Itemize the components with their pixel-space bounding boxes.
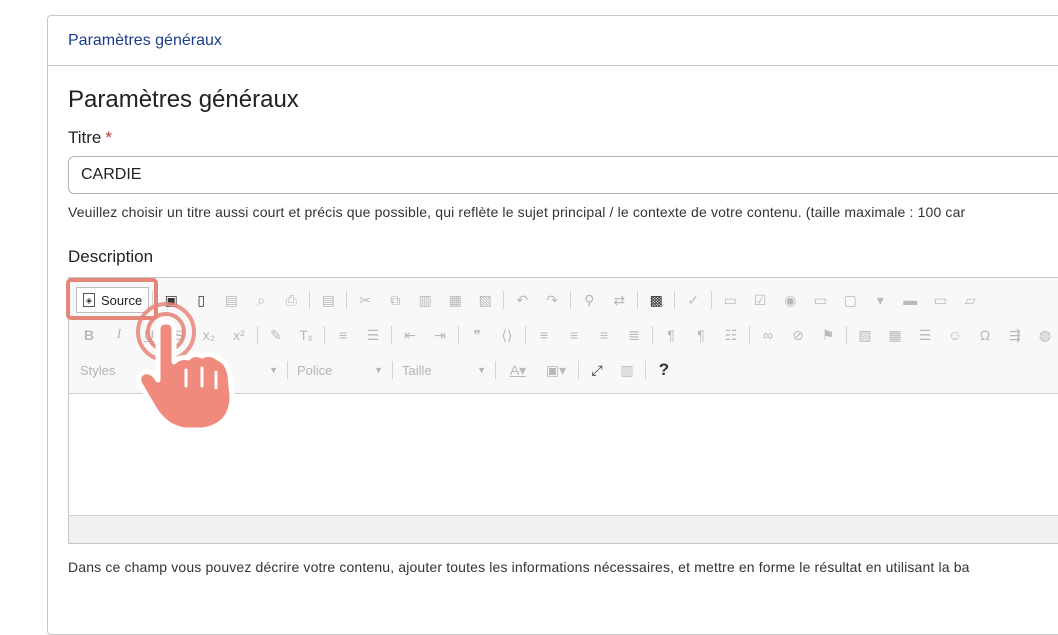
language-icon[interactable]: ☷ xyxy=(720,324,742,346)
toolbar-separator xyxy=(525,326,526,344)
rtl-icon[interactable]: ¶ xyxy=(690,324,712,346)
chevron-down-icon: ▼ xyxy=(269,365,278,375)
styles-dropdown-label: Styles xyxy=(80,362,116,378)
horizontal-line-icon[interactable]: ☰ xyxy=(914,324,936,346)
toolbar-separator xyxy=(495,361,496,379)
chevron-down-icon: ▼ xyxy=(477,365,486,375)
spellcheck-icon[interactable]: ✓ xyxy=(682,289,704,311)
toolbar-separator xyxy=(578,361,579,379)
outdent-icon[interactable]: ⇤ xyxy=(399,324,421,346)
title-help-text: Veuillez choisir un titre aussi court et… xyxy=(68,204,966,220)
remove-format-icon[interactable]: Tₓ xyxy=(295,324,317,346)
toolbar-separator xyxy=(309,291,311,309)
find-icon[interactable]: ⚲ xyxy=(578,289,600,311)
numbered-list-icon[interactable]: ≡ xyxy=(332,324,354,346)
help-icon[interactable]: ? xyxy=(653,359,675,381)
ltr-icon[interactable]: ¶ xyxy=(660,324,682,346)
italic-icon[interactable]: I xyxy=(108,324,130,346)
cut-icon[interactable]: ✂ xyxy=(354,289,376,311)
toolbar-separator xyxy=(846,326,847,344)
chevron-down-icon: ▼ xyxy=(374,365,383,375)
pointing-hand-icon xyxy=(136,302,235,433)
text-field-icon[interactable]: ▭ xyxy=(809,289,831,311)
justify-icon[interactable]: ≣ xyxy=(623,324,645,346)
maximize-icon[interactable]: ⤢ xyxy=(586,359,608,381)
show-blocks-icon[interactable]: ▥ xyxy=(616,359,638,381)
undo-icon[interactable]: ↶ xyxy=(511,289,533,311)
required-mark: * xyxy=(105,128,112,147)
text-color-icon[interactable]: A▾ xyxy=(503,359,533,381)
title-input[interactable] xyxy=(68,156,1058,194)
bold-icon[interactable]: B xyxy=(78,324,100,346)
iframe-globe-icon[interactable]: ◍ xyxy=(1034,324,1056,346)
toolbar-separator xyxy=(645,361,646,379)
toolbar-separator xyxy=(458,326,459,344)
toolbar-separator xyxy=(257,326,258,344)
div-container-icon[interactable]: ⟨⟩ xyxy=(496,324,518,346)
form-icon[interactable]: ▭ xyxy=(719,289,741,311)
toolbar-separator xyxy=(637,291,639,309)
print-icon[interactable]: ⎙ xyxy=(280,289,302,311)
toolbar-separator xyxy=(652,326,653,344)
font-dropdown-label: Police xyxy=(297,362,333,378)
description-help-text: Dans ce champ vous pouvez décrire votre … xyxy=(68,559,970,575)
smiley-icon[interactable]: ☺ xyxy=(944,324,966,346)
font-dropdown[interactable]: Police ▼ xyxy=(291,358,389,382)
copy-icon[interactable]: ⧉ xyxy=(384,289,406,311)
table-icon[interactable]: ▦ xyxy=(884,324,906,346)
textarea-icon[interactable]: ▢ xyxy=(839,289,861,311)
redo-icon[interactable]: ↷ xyxy=(541,289,563,311)
align-right-icon[interactable]: ≡ xyxy=(593,324,615,346)
checkbox-icon[interactable]: ☑ xyxy=(749,289,771,311)
background-color-icon[interactable]: ▣▾ xyxy=(541,359,571,381)
select-all-icon[interactable]: ▩ xyxy=(645,289,667,311)
section-title: Paramètres généraux xyxy=(68,86,299,113)
paste-icon[interactable]: ▥ xyxy=(414,289,436,311)
unlink-icon[interactable]: ⊘ xyxy=(787,324,809,346)
bulleted-list-icon[interactable]: ☰ xyxy=(362,324,384,346)
indent-icon[interactable]: ⇥ xyxy=(429,324,451,346)
copy-format-icon[interactable]: ✎ xyxy=(265,324,287,346)
toolbar-separator xyxy=(324,326,325,344)
paste-word-icon[interactable]: ▧ xyxy=(474,289,496,311)
toolbar-separator xyxy=(391,326,392,344)
hidden-field-icon[interactable]: ▱ xyxy=(959,289,981,311)
toolbar-separator xyxy=(346,291,348,309)
align-center-icon[interactable]: ≡ xyxy=(563,324,585,346)
toolbar-separator xyxy=(674,291,676,309)
toolbar-separator xyxy=(287,361,288,379)
toolbar-separator xyxy=(749,326,750,344)
align-left-icon[interactable]: ≡ xyxy=(533,324,555,346)
description-label: Description xyxy=(68,247,154,266)
replace-icon[interactable]: ⇄ xyxy=(608,289,630,311)
panel-header: Paramètres généraux xyxy=(48,16,1058,66)
special-char-icon[interactable]: Ω xyxy=(974,324,996,346)
toolbar-separator xyxy=(392,361,393,379)
radio-icon[interactable]: ◉ xyxy=(779,289,801,311)
anchor-flag-icon[interactable]: ⚑ xyxy=(817,324,839,346)
preview-icon[interactable]: ⌕ xyxy=(250,289,272,311)
select-field-icon[interactable]: ▾ xyxy=(869,289,891,311)
toolbar-separator xyxy=(711,291,713,309)
templates-icon[interactable]: ▤ xyxy=(317,289,339,311)
editor-status-bar xyxy=(69,515,1058,543)
size-dropdown-label: Taille xyxy=(402,362,432,378)
toolbar-separator xyxy=(570,291,572,309)
image-icon[interactable]: ▨ xyxy=(854,324,876,346)
toolbar-separator xyxy=(503,291,505,309)
page-break-icon[interactable]: ⇶ xyxy=(1004,324,1026,346)
image-button-icon[interactable]: ▭ xyxy=(929,289,951,311)
blockquote-icon[interactable]: ❞ xyxy=(466,324,488,346)
button-field-icon[interactable]: ▬ xyxy=(899,289,921,311)
size-dropdown[interactable]: Taille ▼ xyxy=(396,358,492,382)
paste-text-icon[interactable]: ▦ xyxy=(444,289,466,311)
title-label: Titre * xyxy=(68,128,112,148)
link-icon[interactable]: ∞ xyxy=(757,324,779,346)
title-label-text: Titre xyxy=(68,128,102,147)
